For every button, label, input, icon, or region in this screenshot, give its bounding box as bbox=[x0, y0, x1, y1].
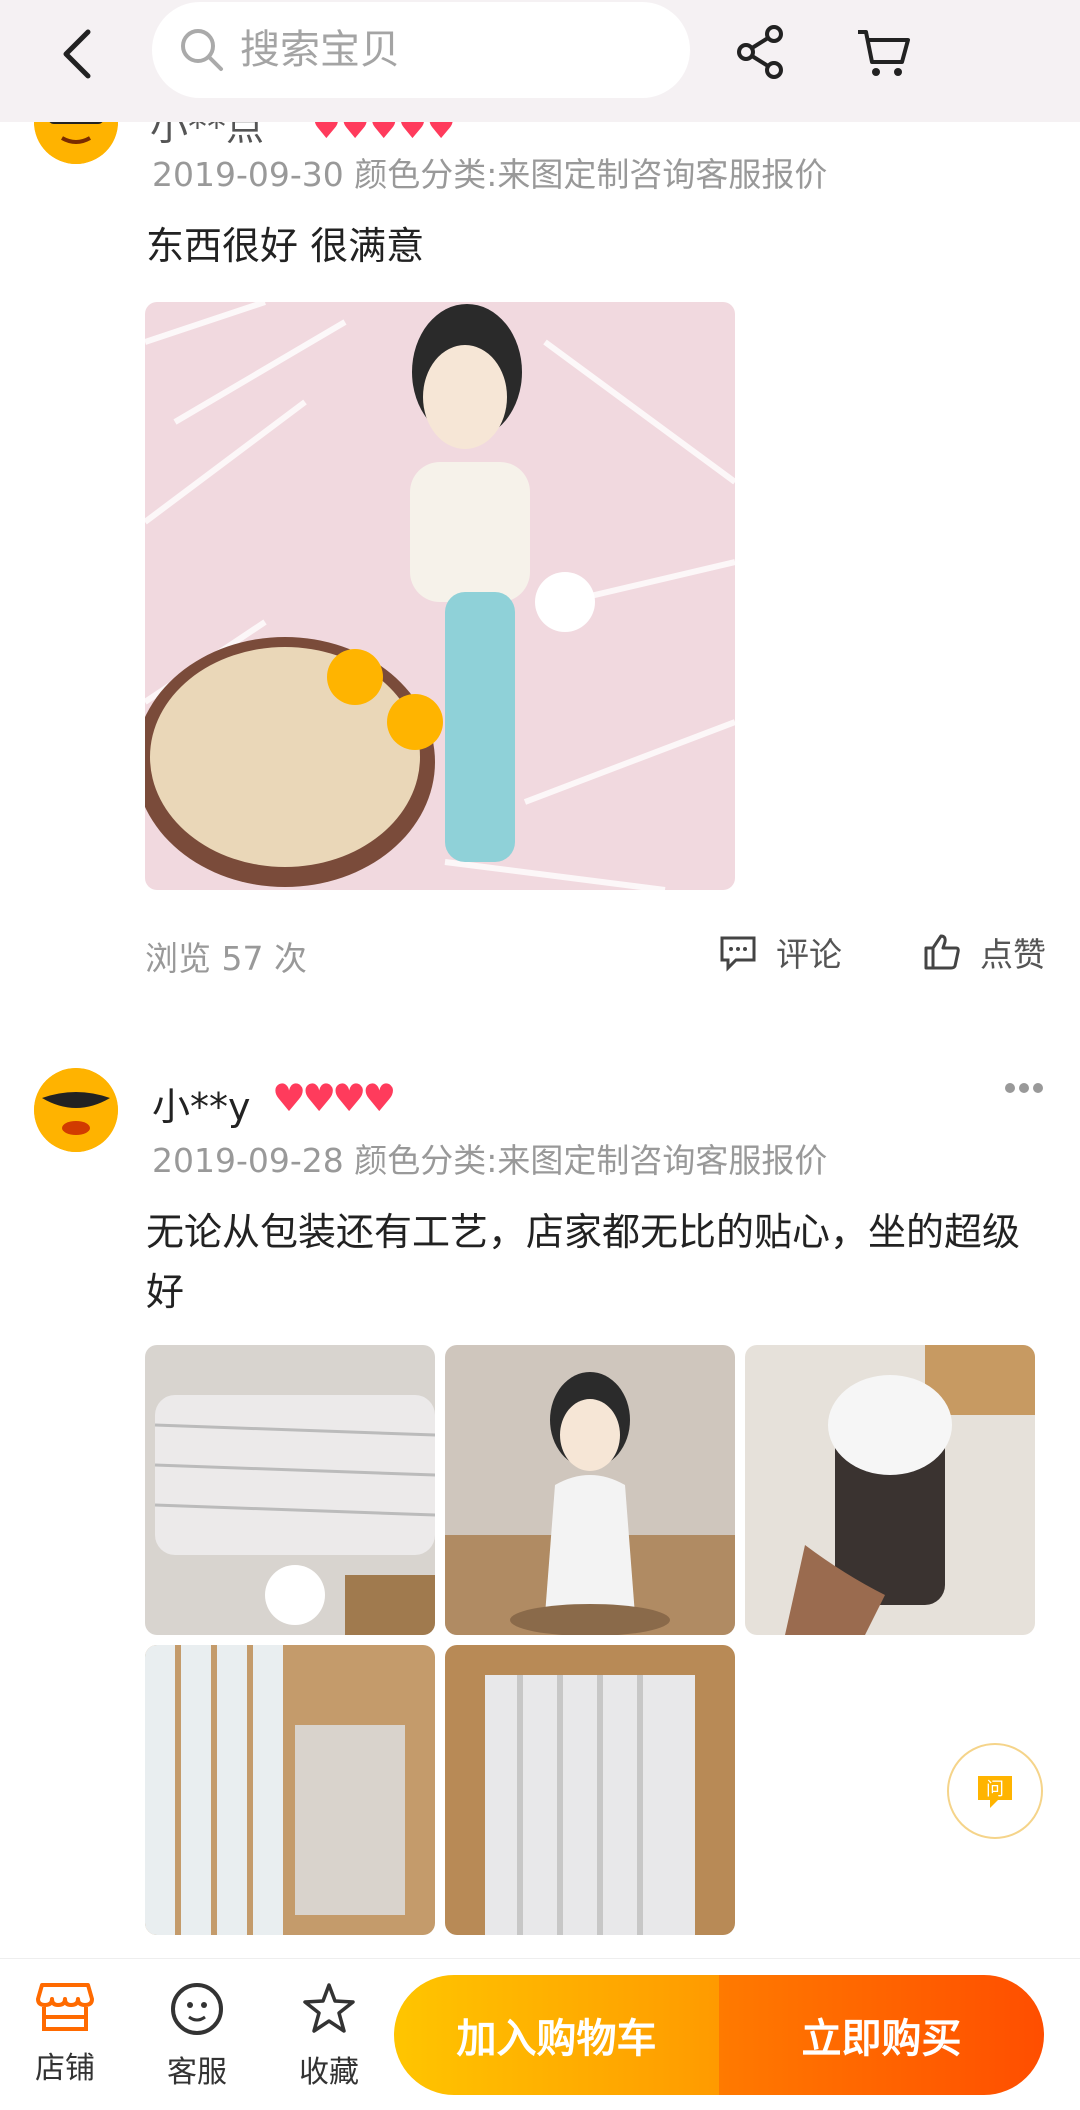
add-to-cart-button[interactable]: 加入购物车 bbox=[394, 1975, 719, 2095]
review-text: 东西很好 很满意 bbox=[146, 224, 425, 268]
cart-icon bbox=[858, 30, 910, 76]
search-input[interactable] bbox=[240, 27, 660, 73]
review-photo[interactable] bbox=[145, 1345, 435, 1635]
search-bar[interactable] bbox=[152, 2, 690, 98]
top-bar: 5 bbox=[0, 0, 1080, 122]
like-button[interactable]: 点赞 bbox=[922, 928, 1046, 976]
share-button[interactable] bbox=[730, 20, 794, 84]
shop-icon bbox=[36, 1983, 94, 2031]
customer-service-icon bbox=[171, 1983, 223, 2035]
comment-icon bbox=[720, 936, 756, 972]
service-label: 客服 bbox=[167, 2055, 227, 2090]
avatar-icon bbox=[34, 1068, 118, 1152]
service-tab[interactable]: 客服 bbox=[142, 1981, 252, 2091]
comment-label: 评论 bbox=[776, 935, 842, 974]
review-date-variant: 2019-09-28 颜色分类:来图定制咨询客服报价 bbox=[152, 1141, 828, 1180]
thumbs-up-icon bbox=[924, 934, 960, 970]
review-photo[interactable] bbox=[145, 1645, 435, 1935]
favorite-label: 收藏 bbox=[299, 2055, 359, 2090]
like-label: 点赞 bbox=[980, 935, 1046, 974]
heart-icon: ♥♥♥♥ bbox=[272, 1076, 396, 1120]
shop-tab[interactable]: 店铺 bbox=[10, 1981, 120, 2087]
boxed-package-photo-image bbox=[445, 1645, 735, 1935]
review-photo[interactable] bbox=[145, 302, 735, 890]
packaging-photo-image bbox=[145, 1345, 435, 1635]
review-photo[interactable] bbox=[745, 1345, 1035, 1635]
doll-figure-photo-image bbox=[445, 1345, 735, 1635]
ask-label: 问 bbox=[986, 1779, 1004, 1800]
doll-photo-image bbox=[145, 302, 735, 890]
ask-float-button[interactable]: 问 bbox=[947, 1743, 1043, 1839]
reviewer-name: 小**y bbox=[152, 1085, 251, 1129]
buy-now-button[interactable]: 立即购买 bbox=[719, 1975, 1044, 2095]
page: 5 小**点 ♥♥♥♥♥ 2019-09-30 颜色分类:来图定制咨询客服报价 … bbox=[0, 0, 1080, 2110]
cart-button[interactable] bbox=[852, 20, 916, 84]
air-column-photo-image bbox=[145, 1645, 435, 1935]
favorite-tab[interactable]: 收藏 bbox=[274, 1981, 384, 2091]
share-icon bbox=[737, 25, 783, 79]
reviewer-avatar[interactable] bbox=[34, 1068, 118, 1152]
more-options-icon[interactable] bbox=[1004, 1080, 1044, 1096]
shop-label: 店铺 bbox=[35, 2051, 95, 2086]
comment-button[interactable]: 评论 bbox=[718, 928, 842, 976]
review-photo[interactable] bbox=[445, 1645, 735, 1935]
more-menu-button[interactable]: 5 bbox=[968, 2, 1038, 82]
ask-icon: 问 bbox=[978, 1776, 1012, 1808]
search-icon bbox=[181, 29, 223, 71]
bottom-action-bar: 店铺 客服 收藏 加入购物车 立即购买 bbox=[0, 1958, 1080, 2110]
view-count: 浏览 57 次 bbox=[145, 939, 307, 978]
review-date-variant: 2019-09-30 颜色分类:来图定制咨询客服报价 bbox=[152, 155, 828, 194]
review-text: 无论从包装还有工艺，店家都无比的贴心，坐的超级好 bbox=[146, 1210, 1021, 1314]
back-arrow-icon bbox=[63, 29, 91, 79]
box-photo-image bbox=[745, 1345, 1035, 1635]
star-icon bbox=[303, 1983, 355, 2033]
reviewer-level-hearts: ♥♥♥♥ bbox=[272, 1076, 396, 1120]
purchase-buttons: 加入购物车 立即购买 bbox=[394, 1975, 1044, 2095]
back-button[interactable] bbox=[50, 24, 110, 84]
review-photo[interactable] bbox=[445, 1345, 735, 1635]
